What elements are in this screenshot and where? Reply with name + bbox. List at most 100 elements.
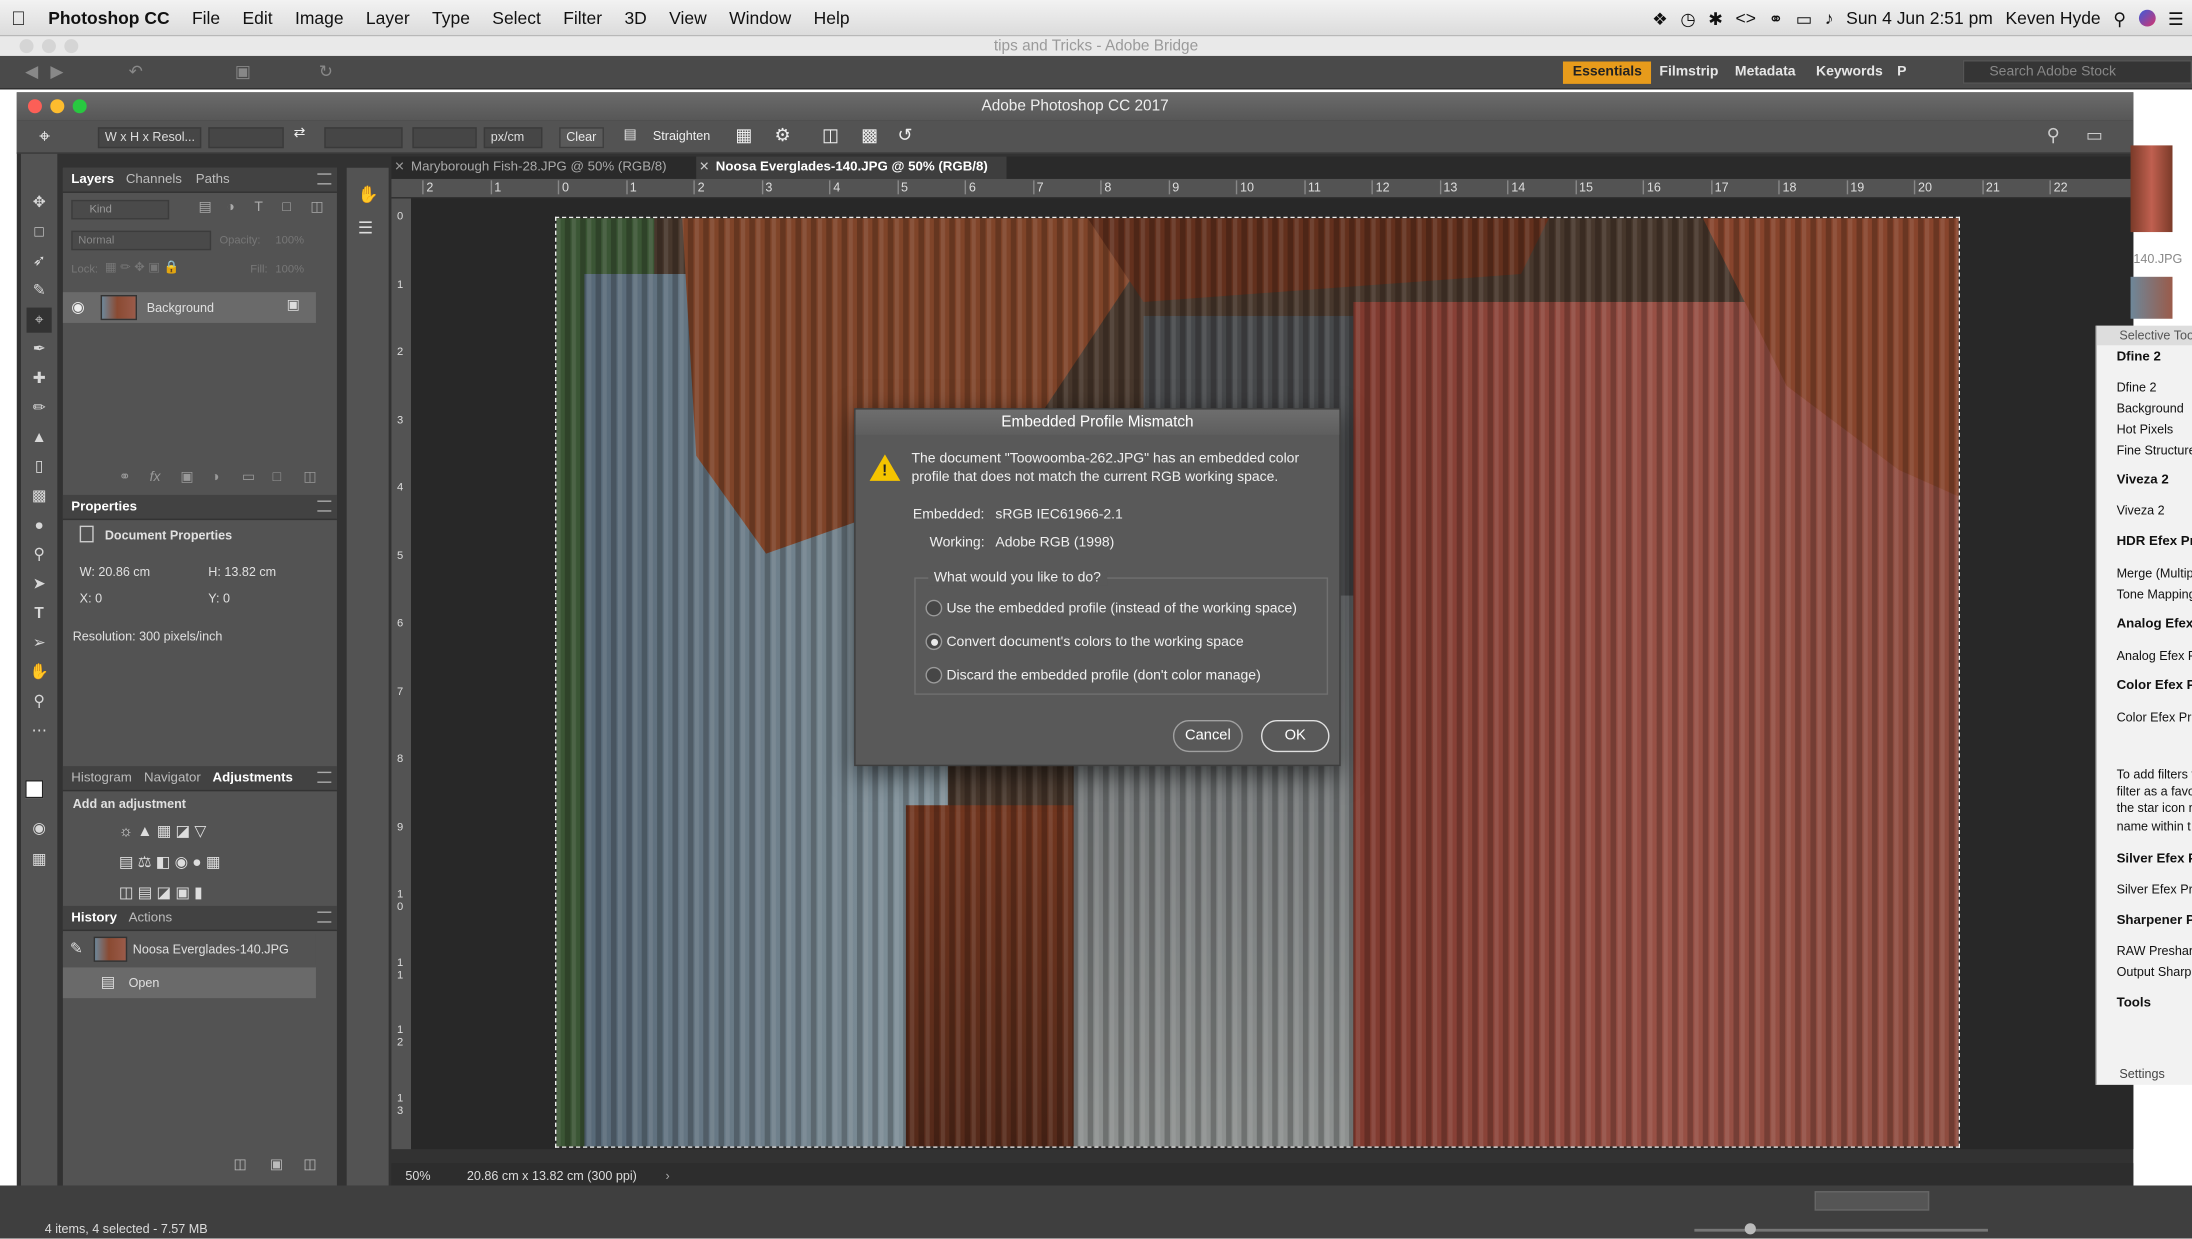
code-icon[interactable]: <> [1736, 8, 1756, 28]
tab-channels[interactable]: Channels [126, 168, 182, 193]
clock[interactable]: Sun 4 Jun 2:51 pm [1846, 8, 1993, 28]
posterize-icon[interactable]: ▤ [138, 885, 153, 902]
move-tool-icon[interactable]: ✥ [27, 190, 52, 215]
fx-icon[interactable]: fx [150, 470, 161, 485]
nik-section-color[interactable]: Color Efex P [2097, 678, 2192, 693]
gradient-map-icon[interactable]: ▣ [175, 885, 190, 902]
close-tab-icon[interactable]: ✕ [394, 159, 405, 174]
ps-close-button[interactable] [27, 99, 42, 114]
radio-convert[interactable] [925, 633, 943, 651]
filter-shape-icon[interactable]: □ [282, 200, 290, 215]
new-adjustment-icon[interactable]: ◑ [211, 470, 219, 485]
menu-window[interactable]: Window [718, 8, 803, 28]
tab-adjustments[interactable]: Adjustments [212, 766, 292, 791]
straighten-button[interactable]: Straighten [653, 129, 710, 143]
lasso-tool-icon[interactable]: ➶ [27, 249, 52, 274]
threshold-icon[interactable]: ◪ [156, 885, 171, 902]
nik-section-sharpener[interactable]: Sharpener P [2097, 913, 2192, 928]
path-select-tool-icon[interactable]: ➢ [27, 630, 52, 655]
bridge-close-button[interactable] [19, 39, 34, 54]
zoom-tool-icon[interactable]: ⚲ [27, 689, 52, 714]
filter-smart-icon[interactable]: ◫ [310, 200, 323, 215]
nik-item-silver[interactable]: Silver Efex Pr [2097, 882, 2192, 896]
channel-mixer-icon[interactable]: ● [192, 854, 201, 871]
new-layer-icon[interactable]: □ [273, 470, 281, 485]
delete-layer-icon[interactable]: ◫ [303, 470, 316, 485]
bridge-thumbnail[interactable] [2130, 145, 2173, 233]
crop-height-field[interactable] [324, 127, 403, 149]
delete-cropped-icon[interactable]: ◫ [822, 124, 839, 146]
nik-item-viveza[interactable]: Viveza 2 [2097, 503, 2192, 517]
clear-button[interactable]: Clear [559, 127, 604, 149]
history-snapshot[interactable]: ✎ Noosa Everglades-140.JPG [62, 933, 316, 965]
brightness-icon[interactable]: ☼ [119, 823, 133, 840]
nik-item-hot-pixels[interactable]: Hot Pixels [2097, 422, 2192, 436]
new-group-icon[interactable]: ▭ [242, 470, 255, 485]
exposure-icon[interactable]: ◪ [176, 823, 191, 840]
fill-value[interactable]: 100% [275, 263, 304, 276]
dodge-tool-icon[interactable]: ⚲ [27, 542, 52, 567]
bridge-minimize-button[interactable] [41, 39, 56, 54]
selective-color-icon[interactable]: ▮ [194, 885, 202, 902]
radio-use-embedded[interactable] [925, 599, 943, 617]
layers-panel-menu-icon[interactable] [317, 173, 332, 185]
apple-icon[interactable]:  [0, 6, 37, 28]
camera-icon[interactable]: ▣ [235, 62, 251, 82]
tab-properties[interactable]: Properties [71, 495, 137, 520]
nik-section-silver[interactable]: Silver Efex P [2097, 851, 2192, 866]
color-lookup-icon[interactable]: ▦ [206, 854, 221, 871]
tab-layers[interactable]: Layers [71, 168, 114, 193]
doc-tab-maryborough[interactable]: Maryborough Fish-28.JPG @ 50% (RGB/8) [391, 157, 696, 179]
bluetooth-icon[interactable]: ✱ [1708, 8, 1723, 29]
eraser-tool-icon[interactable]: ▯ [27, 454, 52, 479]
ps-zoom-button[interactable] [72, 99, 87, 114]
doc-tab-noosa[interactable]: Noosa Everglades-140.JPG @ 50% (RGB/8) [696, 156, 1007, 179]
filter-pixel-icon[interactable]: ▤ [199, 200, 212, 215]
boomerang-icon[interactable]: ↶ [129, 62, 143, 82]
menu-layer[interactable]: Layer [355, 8, 421, 28]
wifi-icon[interactable]: ⚭ [1769, 8, 1784, 29]
tab-navigator[interactable]: Navigator [144, 766, 201, 791]
crop-tool-icon[interactable]: ⌖ [26, 307, 52, 333]
layer-row-background[interactable]: ◉ Background ▣ [62, 292, 316, 323]
stamp-tool-icon[interactable]: ▲ [27, 425, 52, 450]
quick-mask-icon[interactable]: ◉ [27, 816, 52, 841]
pen-tool-icon[interactable]: ➤ [27, 572, 52, 597]
overlay-grid-icon[interactable]: ▦ [735, 124, 752, 146]
nik-section-viveza[interactable]: Viveza 2 [2097, 473, 2192, 488]
add-mask-icon[interactable]: ▣ [180, 470, 193, 485]
workspace-filmstrip[interactable]: Filmstrip [1650, 62, 1729, 84]
slider-thumb[interactable] [1744, 1223, 1756, 1235]
screen-mode-icon[interactable]: ▦ [27, 847, 52, 872]
opacity-value[interactable]: 100% [275, 233, 304, 246]
nik-item-raw-presharpener[interactable]: RAW Preshar [2097, 944, 2192, 958]
workspace-keywords[interactable]: Keywords [1806, 62, 1892, 84]
filter-type-icon[interactable]: T [254, 200, 263, 215]
notification-center-icon[interactable]: ☰ [2168, 8, 2184, 29]
layer-kind-filter[interactable]: Kind [71, 199, 170, 220]
photo-filter-icon[interactable]: ◉ [175, 854, 188, 871]
healing-tool-icon[interactable]: ✚ [27, 366, 52, 391]
history-panel-menu-icon[interactable] [317, 911, 332, 923]
invert-icon[interactable]: ◫ [119, 885, 134, 902]
menu-file[interactable]: File [181, 8, 232, 28]
properties-panel-menu-icon[interactable] [317, 500, 332, 512]
crop-resolution-field[interactable] [412, 127, 477, 149]
lock-pixels-icon[interactable]: ▦ ✏ ✥ ▣ 🔒 [105, 260, 180, 275]
option-use-embedded[interactable]: Use the embedded profile (instead of the… [946, 601, 1296, 616]
search-icon[interactable]: ⚲ [2047, 124, 2060, 146]
color-balance-icon[interactable]: ⚖ [138, 854, 152, 871]
spotlight-icon[interactable]: ⚲ [2113, 8, 2126, 29]
siri-icon[interactable] [2138, 9, 2156, 27]
type-tool-icon[interactable]: T [27, 601, 52, 626]
option-convert[interactable]: Convert document's colors to the working… [946, 635, 1243, 650]
reset-icon[interactable]: ↺ [898, 124, 913, 146]
forward-icon[interactable]: ▶ [50, 62, 63, 82]
ok-button[interactable]: OK [1260, 719, 1330, 753]
bridge-filter-search[interactable] [1814, 1191, 1930, 1211]
nik-settings[interactable]: Settings [2097, 1067, 2192, 1081]
quick-select-tool-icon[interactable]: ✎ [27, 278, 52, 303]
crop-tool-icon[interactable]: ⌖ [39, 124, 50, 148]
menu-help[interactable]: Help [802, 8, 860, 28]
menu-type[interactable]: Type [421, 8, 481, 28]
